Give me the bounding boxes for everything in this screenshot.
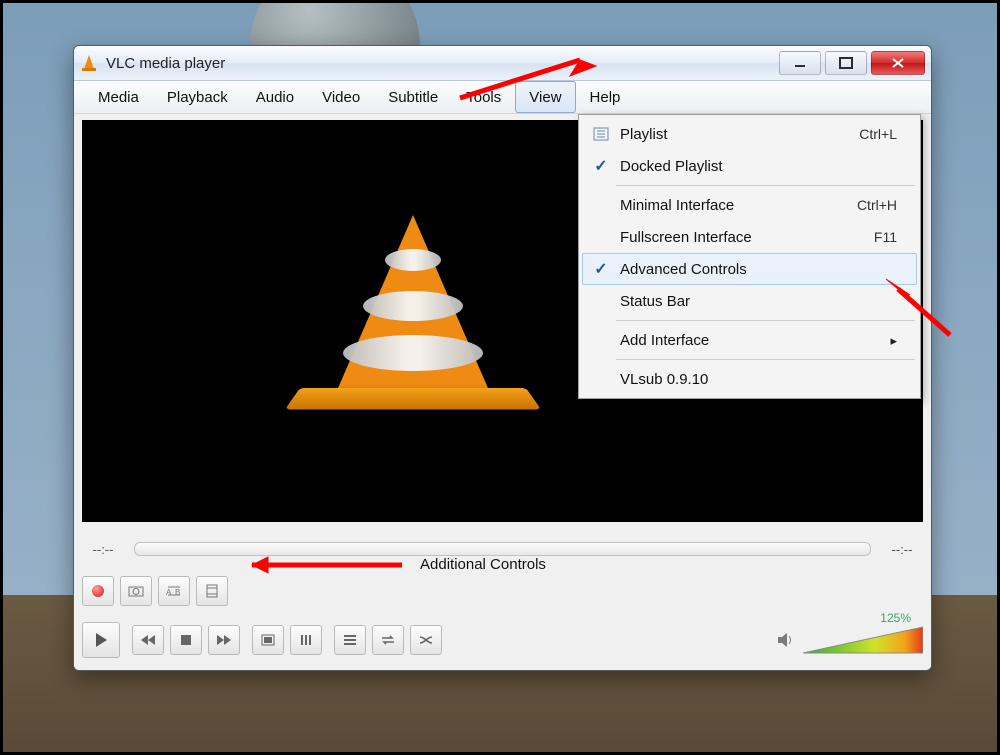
equalizer-icon (299, 633, 313, 647)
loop-button[interactable] (372, 625, 404, 655)
menu-media[interactable]: Media (84, 81, 153, 113)
loop-ab-icon: AB (165, 584, 183, 598)
menu-subtitle[interactable]: Subtitle (374, 81, 452, 113)
menuitem-docked-playlist[interactable]: Docked Playlist (582, 150, 917, 182)
svg-text:A: A (166, 588, 172, 597)
menu-audio[interactable]: Audio (242, 81, 308, 113)
skip-back-icon (140, 634, 156, 646)
menubar: Media Playback Audio Video Subtitle Tool… (74, 81, 931, 114)
check-icon (588, 259, 614, 279)
minimize-button[interactable] (779, 51, 821, 75)
client-area: Playlist Ctrl+L Docked Playlist Minimal … (74, 114, 931, 671)
film-icon (205, 584, 219, 598)
maximize-button[interactable] (825, 51, 867, 75)
time-elapsed: --:-- (82, 542, 124, 557)
menuitem-add-interface[interactable]: Add Interface (582, 324, 917, 356)
play-icon (94, 632, 108, 648)
menu-separator (616, 359, 915, 360)
advanced-controls-row: AB (82, 574, 923, 608)
fullscreen-icon (261, 634, 275, 646)
menuitem-advanced-controls[interactable]: Advanced Controls (582, 253, 917, 285)
menuitem-vlsub[interactable]: VLsub 0.9.10 (582, 363, 917, 395)
titlebar[interactable]: VLC media player (74, 46, 931, 81)
menu-separator (616, 320, 915, 321)
menu-playback[interactable]: Playback (153, 81, 242, 113)
menuitem-minimal-interface[interactable]: Minimal Interface Ctrl+H (582, 189, 917, 221)
next-button[interactable] (208, 625, 240, 655)
window-title: VLC media player (106, 55, 779, 72)
record-icon (92, 585, 104, 597)
seek-slider[interactable] (134, 542, 871, 556)
volume-control: 125% (777, 625, 923, 655)
volume-slider[interactable] (803, 625, 923, 655)
previous-button[interactable] (132, 625, 164, 655)
view-dropdown: Playlist Ctrl+L Docked Playlist Minimal … (578, 114, 921, 399)
svg-text:B: B (175, 588, 180, 597)
frame-by-frame-button[interactable] (196, 576, 228, 606)
extended-settings-button[interactable] (290, 625, 322, 655)
chevron-right-icon (890, 332, 897, 349)
stop-icon (180, 634, 192, 646)
time-remaining: --:-- (881, 542, 923, 557)
camera-icon (128, 585, 144, 597)
loop-ab-button[interactable]: AB (158, 576, 190, 606)
record-button[interactable] (82, 576, 114, 606)
menu-tools[interactable]: Tools (452, 81, 515, 113)
list-icon (588, 127, 614, 141)
vlc-logo-icon (323, 201, 503, 421)
menu-help[interactable]: Help (576, 81, 635, 113)
annotation-label-additional-controls: Additional Controls (420, 556, 546, 573)
menuitem-fullscreen-interface[interactable]: Fullscreen Interface F11 (582, 221, 917, 253)
close-button[interactable] (871, 51, 925, 75)
menuitem-playlist[interactable]: Playlist Ctrl+L (582, 118, 917, 150)
snapshot-button[interactable] (120, 576, 152, 606)
menu-separator (616, 185, 915, 186)
loop-icon (380, 634, 396, 646)
menu-video[interactable]: Video (308, 81, 374, 113)
shuffle-icon (418, 634, 434, 646)
playlist-icon (342, 634, 358, 646)
volume-percent: 125% (880, 611, 911, 625)
stop-button[interactable] (170, 625, 202, 655)
playlist-button[interactable] (334, 625, 366, 655)
play-button[interactable] (82, 622, 120, 658)
menuitem-status-bar[interactable]: Status Bar (582, 285, 917, 317)
shuffle-button[interactable] (410, 625, 442, 655)
vlc-cone-icon (80, 54, 98, 72)
main-controls-row: 125% (82, 618, 923, 662)
skip-forward-icon (216, 634, 232, 646)
check-icon (588, 156, 614, 176)
menu-view[interactable]: View (515, 81, 575, 113)
fullscreen-button[interactable] (252, 625, 284, 655)
vlc-window: VLC media player Media Playback Audio Vi… (73, 45, 932, 671)
window-controls (779, 51, 925, 75)
speaker-icon (777, 632, 795, 648)
